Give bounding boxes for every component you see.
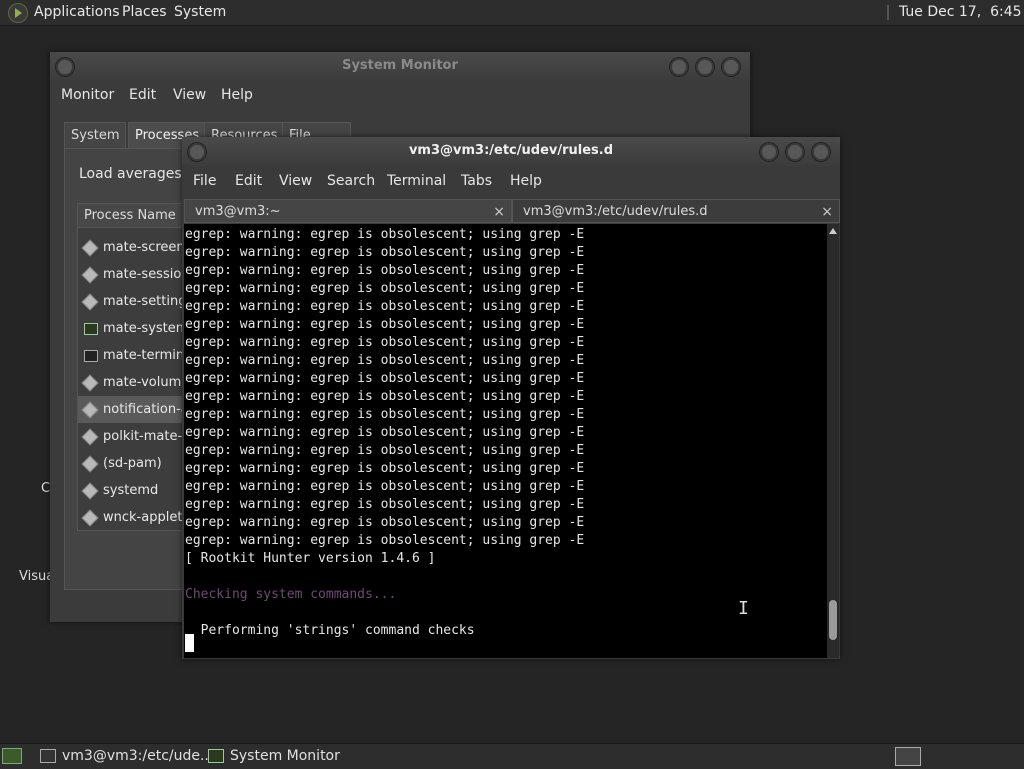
terminal-icon bbox=[40, 749, 56, 763]
terminal-line: [ Rootkit Hunter version 1.4.6 ] bbox=[185, 551, 436, 566]
tab-label: vm3@vm3:/etc/udev/rules.d bbox=[523, 204, 708, 219]
system-monitor-icon bbox=[208, 749, 224, 763]
workspace-switcher[interactable] bbox=[895, 747, 921, 766]
menu-edit[interactable]: Edit bbox=[235, 173, 262, 189]
menu-view[interactable]: View bbox=[279, 173, 312, 189]
window-title: vm3@vm3:/etc/udev/rules.d bbox=[408, 143, 614, 158]
window-title: System Monitor bbox=[342, 58, 458, 73]
close-icon[interactable] bbox=[812, 143, 830, 161]
process-icon bbox=[81, 509, 99, 527]
terminal-line: egrep: warning: egrep is obsolescent; us… bbox=[185, 479, 585, 494]
process-icon bbox=[81, 374, 99, 392]
taskbar-item-system-monitor[interactable]: System Monitor bbox=[204, 746, 364, 766]
terminal-line: egrep: warning: egrep is obsolescent; us… bbox=[185, 443, 585, 458]
system-menu[interactable]: System bbox=[174, 4, 226, 20]
desktop-icon-label[interactable]: Visua bbox=[19, 569, 54, 584]
terminal-line: egrep: warning: egrep is obsolescent; us… bbox=[185, 425, 585, 440]
process-icon bbox=[81, 239, 99, 257]
terminal-line: egrep: warning: egrep is obsolescent; us… bbox=[185, 461, 585, 476]
terminal-line: egrep: warning: egrep is obsolescent; us… bbox=[185, 281, 585, 296]
terminal-titlebar[interactable]: vm3@vm3:/etc/udev/rules.d bbox=[182, 137, 840, 165]
menu-search[interactable]: Search bbox=[327, 173, 375, 189]
terminal-line: egrep: warning: egrep is obsolescent; us… bbox=[185, 263, 585, 278]
menu-view[interactable]: View bbox=[173, 87, 206, 103]
process-icon bbox=[81, 455, 99, 473]
system-monitor-titlebar[interactable]: System Monitor bbox=[50, 52, 750, 80]
process-icon bbox=[81, 266, 99, 284]
scroll-thumb[interactable] bbox=[829, 600, 837, 640]
terminal-tab-rules[interactable]: vm3@vm3:/etc/udev/rules.d × bbox=[512, 199, 840, 223]
menubar: File Edit View Search Terminal Tabs Help bbox=[182, 173, 840, 193]
terminal-line: egrep: warning: egrep is obsolescent; us… bbox=[185, 245, 585, 260]
taskbar-item-terminal[interactable]: vm3@vm3:/etc/ude... bbox=[36, 746, 213, 766]
maximize-icon[interactable] bbox=[786, 143, 804, 161]
terminal-line: Performing 'strings' command checks bbox=[185, 623, 475, 638]
terminal-line: Checking system commands... bbox=[185, 587, 397, 602]
terminal-line: egrep: warning: egrep is obsolescent; us… bbox=[185, 389, 585, 404]
bottom-panel: vm3@vm3:/etc/ude... System Monitor bbox=[0, 743, 1024, 769]
terminal-line: egrep: warning: egrep is obsolescent; us… bbox=[185, 335, 585, 350]
terminal-line: egrep: warning: egrep is obsolescent; us… bbox=[185, 371, 585, 386]
places-menu[interactable]: Places bbox=[122, 4, 167, 20]
menu-monitor[interactable]: Monitor bbox=[61, 87, 114, 103]
terminal-line: egrep: warning: egrep is obsolescent; us… bbox=[185, 317, 585, 332]
terminal-line: egrep: warning: egrep is obsolescent; us… bbox=[185, 353, 585, 368]
terminal-line: egrep: warning: egrep is obsolescent; us… bbox=[185, 515, 585, 530]
menu-tabs[interactable]: Tabs bbox=[461, 173, 492, 189]
terminal-line: egrep: warning: egrep is obsolescent; us… bbox=[185, 299, 585, 314]
terminal-line: egrep: warning: egrep is obsolescent; us… bbox=[185, 533, 585, 548]
top-panel: Applications Places System Tue Dec 17, 6… bbox=[0, 0, 1024, 26]
process-icon bbox=[81, 482, 99, 500]
scroll-up-icon[interactable] bbox=[829, 228, 837, 234]
menu-help[interactable]: Help bbox=[510, 173, 542, 189]
minimize-icon[interactable] bbox=[670, 58, 688, 76]
show-desktop-icon[interactable] bbox=[2, 748, 22, 764]
window-menu-icon[interactable] bbox=[188, 143, 206, 161]
terminal-tab-home[interactable]: vm3@vm3:~ × bbox=[184, 199, 512, 223]
maximize-icon[interactable] bbox=[696, 58, 714, 76]
clock[interactable]: Tue Dec 17, 6:45 PM bbox=[899, 4, 1024, 20]
menubar: Monitor Edit View Help bbox=[50, 87, 750, 107]
process-icon bbox=[81, 428, 99, 446]
text-cursor-icon: I bbox=[738, 598, 749, 619]
menu-help[interactable]: Help bbox=[221, 87, 253, 103]
terminal-line: egrep: warning: egrep is obsolescent; us… bbox=[185, 497, 585, 512]
mate-logo-icon[interactable] bbox=[8, 3, 28, 23]
terminal-line: egrep: warning: egrep is obsolescent; us… bbox=[185, 407, 585, 422]
close-tab-icon[interactable]: × bbox=[821, 200, 833, 224]
terminal-line: egrep: warning: egrep is obsolescent; us… bbox=[185, 227, 585, 242]
process-icon bbox=[81, 401, 99, 419]
close-tab-icon[interactable]: × bbox=[493, 200, 505, 224]
desktop-icon-label[interactable]: C bbox=[41, 481, 50, 496]
minimize-icon[interactable] bbox=[760, 143, 778, 161]
panel-separator bbox=[887, 5, 889, 20]
menu-edit[interactable]: Edit bbox=[129, 87, 156, 103]
terminal-window: vm3@vm3:/etc/udev/rules.d File Edit View… bbox=[182, 137, 840, 659]
scrollbar[interactable] bbox=[827, 224, 839, 658]
applications-menu[interactable]: Applications bbox=[34, 4, 120, 20]
tab-system[interactable]: System bbox=[64, 122, 127, 149]
process-icon bbox=[81, 293, 99, 311]
terminal-cursor bbox=[185, 634, 194, 652]
tab-label: vm3@vm3:~ bbox=[195, 204, 281, 219]
system-monitor-icon bbox=[84, 323, 98, 335]
close-icon[interactable] bbox=[722, 58, 740, 76]
menu-terminal[interactable]: Terminal bbox=[387, 173, 446, 189]
terminal-output[interactable]: Performing 'strings' command checks Check… bbox=[184, 224, 827, 658]
terminal-icon bbox=[84, 350, 98, 362]
window-menu-icon[interactable] bbox=[56, 58, 74, 76]
menu-file[interactable]: File bbox=[193, 173, 216, 189]
